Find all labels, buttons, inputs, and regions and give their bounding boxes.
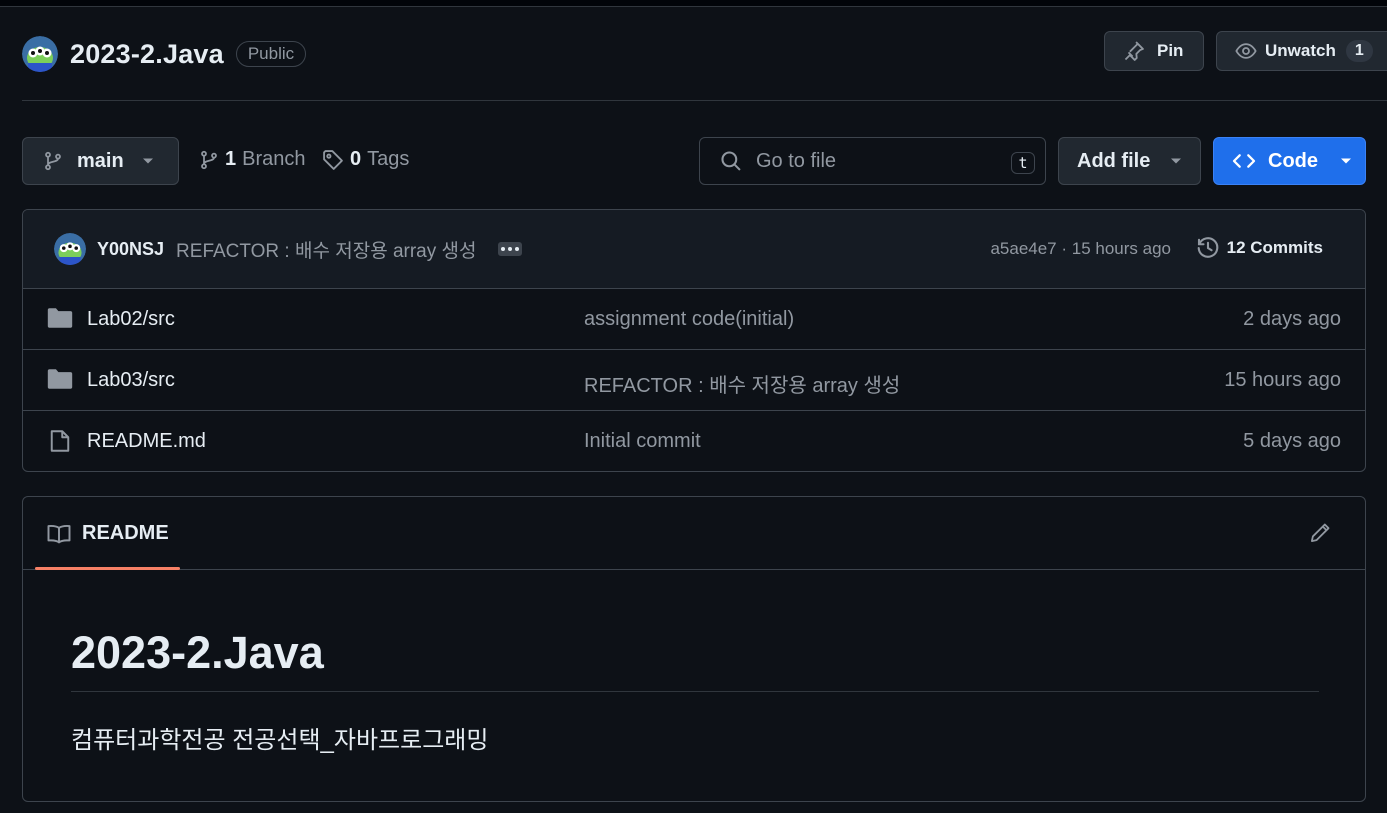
commit-author[interactable]: Y00NSJ <box>97 239 164 260</box>
file-name[interactable]: Lab02/src <box>87 308 175 331</box>
active-tab-underline <box>35 567 180 570</box>
tag-icon <box>322 149 344 171</box>
tags-link[interactable]: 0 Tags <box>322 148 409 171</box>
commits-count: 12 Commits <box>1226 238 1323 257</box>
git-branch-icon <box>43 151 63 171</box>
owner-avatar[interactable] <box>22 36 58 72</box>
file-icon <box>49 429 71 453</box>
branch-selector[interactable]: main <box>22 137 179 185</box>
heading-rule <box>71 691 1319 692</box>
add-file-label: Add file <box>1077 149 1151 172</box>
file-name[interactable]: README.md <box>87 430 206 453</box>
file-name[interactable]: Lab03/src <box>87 369 175 392</box>
code-label: Code <box>1268 149 1318 172</box>
branch-name: main <box>77 149 124 172</box>
chevron-down-icon <box>1170 157 1182 165</box>
tags-label: Tags <box>367 148 410 170</box>
search-input[interactable] <box>754 148 998 174</box>
file-row[interactable]: README.md Initial commit 5 days ago <box>23 411 1365 471</box>
unwatch-label: Unwatch <box>1265 41 1336 60</box>
branches-link[interactable]: 1 Branch <box>199 148 306 171</box>
book-icon <box>47 524 71 544</box>
repo-title[interactable]: 2023-2.Java <box>70 39 224 70</box>
code-icon <box>1232 151 1256 171</box>
folder-icon <box>47 368 73 390</box>
file-commit-message[interactable]: Initial commit <box>584 430 701 453</box>
file-browser: Y00NSJ REFACTOR : 배수 저장용 array 생성 a5ae4e… <box>22 209 1366 472</box>
readme-tab-label: README <box>82 522 169 544</box>
file-commit-message[interactable]: assignment code(initial) <box>584 308 794 331</box>
search-icon <box>720 150 742 172</box>
file-commit-time: 15 hours ago <box>1224 369 1341 391</box>
commit-message[interactable]: REFACTOR : 배수 저장용 array 생성 <box>176 236 476 263</box>
readme-heading: 2023-2.Java <box>71 627 324 678</box>
readme-description: 컴퓨터과학전공 전공선택_자바프로그래밍 <box>71 727 489 754</box>
pin-icon <box>1123 40 1145 62</box>
keyboard-shortcut-hint: t <box>1011 152 1035 174</box>
file-commit-time: 2 days ago <box>1243 308 1341 330</box>
add-file-button[interactable]: Add file <box>1058 137 1201 185</box>
commit-author-avatar[interactable] <box>54 233 86 265</box>
pencil-edit-icon[interactable] <box>1309 522 1331 544</box>
pin-button[interactable]: Pin <box>1104 31 1204 71</box>
repo-header: 2023-2.Java Public <box>22 36 307 72</box>
readme-panel: README 2023-2.Java 컴퓨터과학전공 전공선택_자바프로그래밍 <box>22 496 1366 802</box>
file-commit-time: 5 days ago <box>1243 430 1341 452</box>
file-commit-message[interactable]: REFACTOR : 배수 저장용 array 생성 <box>584 369 900 398</box>
commit-hash-time[interactable]: a5ae4e7 · 15 hours ago <box>990 239 1171 259</box>
folder-icon <box>47 307 73 329</box>
latest-commit-bar: Y00NSJ REFACTOR : 배수 저장용 array 생성 a5ae4e… <box>23 210 1365 289</box>
unwatch-button[interactable]: Unwatch 1 <box>1216 31 1387 71</box>
top-bar-edge <box>0 0 1387 7</box>
pin-label: Pin <box>1157 41 1184 60</box>
chevron-down-icon <box>142 157 154 165</box>
expand-commit-ellipsis-icon[interactable] <box>498 242 523 256</box>
history-icon <box>1196 236 1220 260</box>
readme-header: README <box>23 497 1365 570</box>
go-to-file-search[interactable]: t <box>699 137 1046 185</box>
file-row[interactable]: Lab03/src REFACTOR : 배수 저장용 array 생성 15 … <box>23 350 1365 411</box>
file-row[interactable]: Lab02/src assignment code(initial) 2 day… <box>23 289 1365 350</box>
chevron-down-icon <box>1340 157 1352 165</box>
git-branch-icon <box>199 150 219 170</box>
tags-count: 0 <box>350 148 362 170</box>
header-divider <box>22 100 1387 101</box>
branches-count: 1 <box>225 148 237 170</box>
readme-tab[interactable]: README <box>35 497 180 570</box>
eye-icon <box>1235 40 1257 62</box>
visibility-badge: Public <box>235 41 307 67</box>
watch-count: 1 <box>1345 40 1373 62</box>
branches-label: Branch <box>242 148 306 170</box>
commits-history-link[interactable]: 12 Commits <box>1196 236 1323 260</box>
code-button[interactable]: Code <box>1213 137 1366 185</box>
